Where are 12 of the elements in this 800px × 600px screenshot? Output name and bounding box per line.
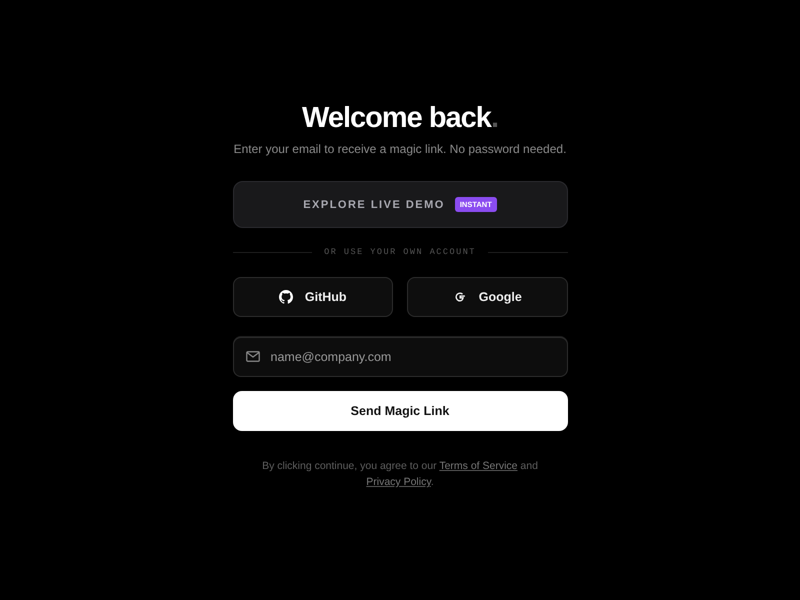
send-magic-link-button[interactable]: Send Magic Link [232, 391, 568, 431]
legal-text: By clicking continue, you agree to our Terms of Service and Privacy Policy. [261, 459, 539, 490]
privacy-link[interactable]: Privacy Policy [366, 476, 431, 488]
google-button[interactable]: Google [407, 277, 568, 317]
terms-link[interactable]: Terms of Service [439, 460, 518, 472]
google-logo-icon [452, 290, 467, 304]
page-title: Welcome back. [300, 101, 499, 136]
github-button[interactable]: GitHub [232, 277, 393, 317]
github-logo-icon [278, 290, 293, 304]
divider-label: OR USE YOUR OWN ACCOUNT [324, 247, 476, 257]
email-field[interactable]: name@company.com [232, 337, 568, 377]
subtitle: Enter your email to receive a magic link. No password needed. [232, 142, 568, 156]
